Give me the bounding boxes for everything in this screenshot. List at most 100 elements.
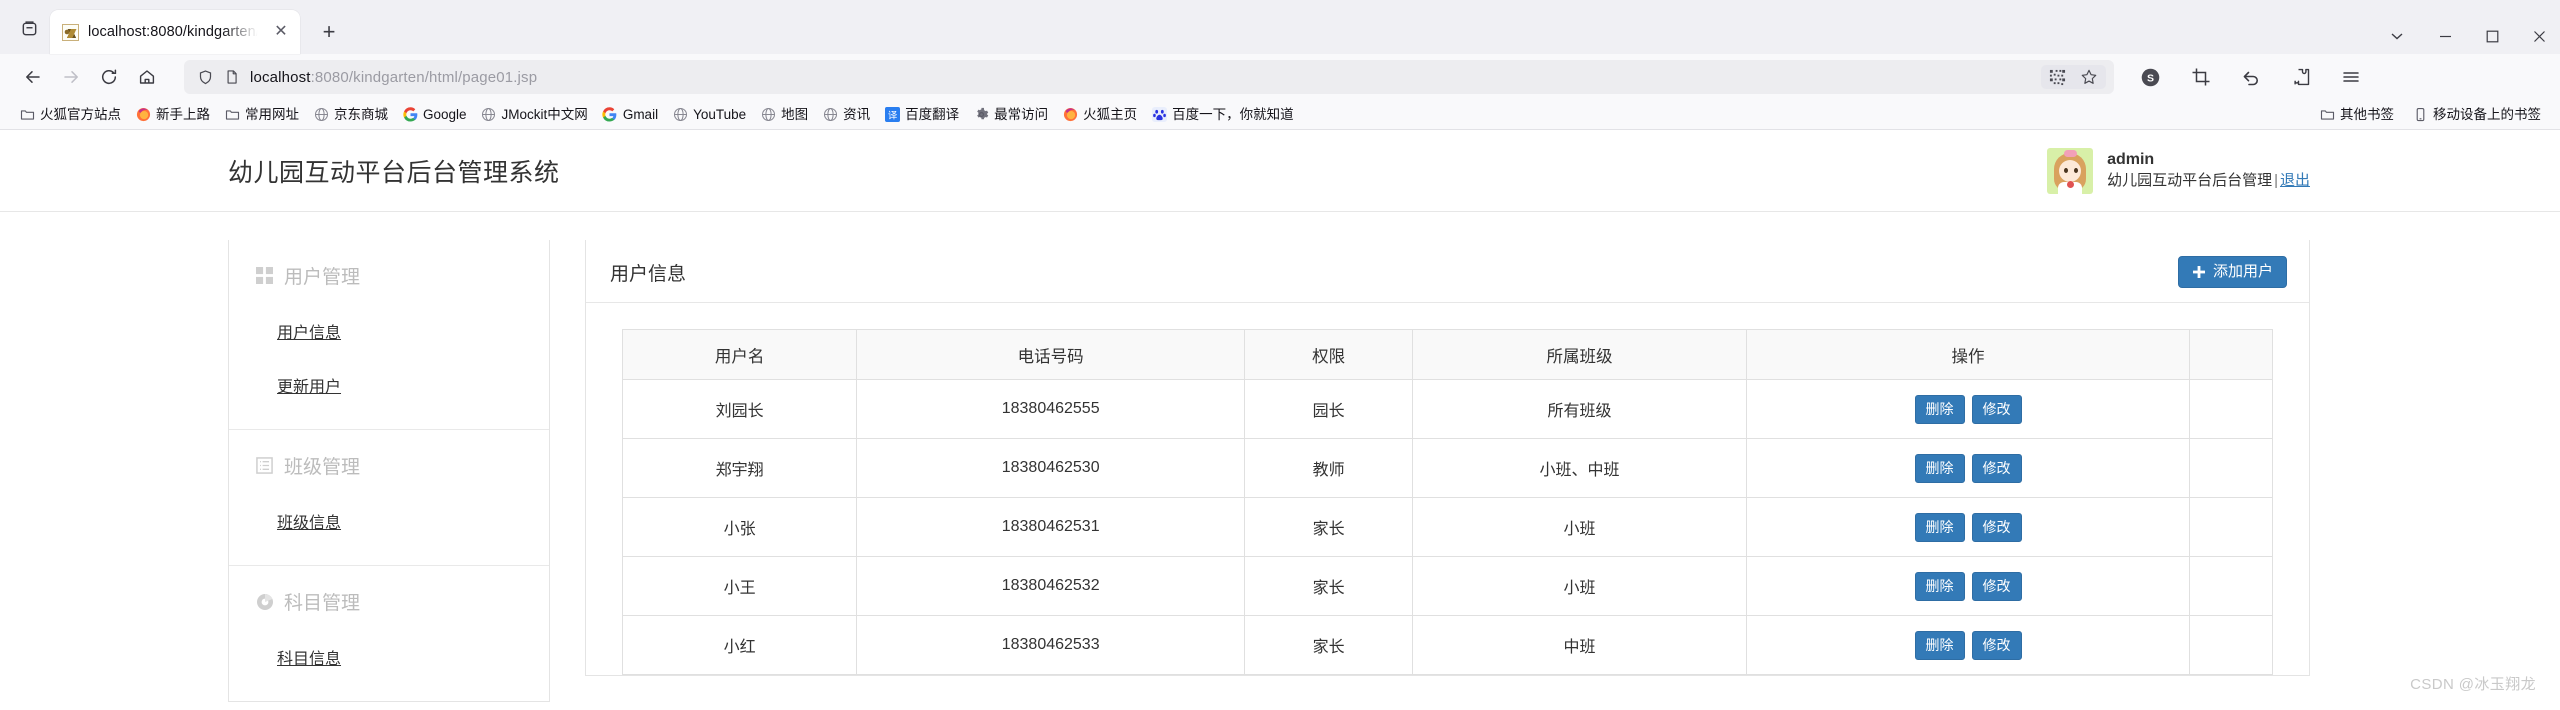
- qr-code-icon[interactable]: [2049, 69, 2066, 86]
- sidebar-group-title: 用户管理: [284, 267, 361, 288]
- edit-button[interactable]: 修改: [1971, 512, 2022, 542]
- other-bookmarks-item[interactable]: 其他书签: [2312, 105, 2401, 125]
- new-tab-button[interactable]: +: [312, 15, 346, 49]
- translate-icon: 译: [884, 107, 900, 123]
- bookmark-item[interactable]: 火狐主页: [1055, 105, 1144, 125]
- tab-overflow-chevron-icon[interactable]: [2389, 28, 2405, 44]
- page-content: 幼儿园互动平台后台管理系统 admin 幼儿园互动平台后台管理 | 退出 用户管…: [0, 130, 2560, 702]
- app-menu-icon[interactable]: [2341, 67, 2361, 87]
- address-bar[interactable]: localhost:8080/kindgarten/html/page01.js…: [184, 60, 2114, 94]
- cell-blank: [2189, 556, 2273, 616]
- edit-button[interactable]: 修改: [1971, 453, 2022, 483]
- column-header-name: 用户名: [621, 329, 858, 380]
- app-header: 幼儿园互动平台后台管理系统 admin 幼儿园互动平台后台管理 | 退出: [0, 130, 2560, 212]
- forward-button[interactable]: [52, 60, 90, 94]
- edit-button[interactable]: 修改: [1971, 394, 2022, 424]
- close-tab-icon[interactable]: ✕: [270, 21, 292, 43]
- bookmark-item[interactable]: 最常访问: [966, 105, 1055, 125]
- edit-button[interactable]: 修改: [1971, 630, 2022, 660]
- bookmark-label: 百度翻译: [905, 106, 960, 122]
- delete-button[interactable]: 删除: [1914, 630, 1965, 660]
- user-name: admin: [2107, 151, 2155, 169]
- column-header-phone: 电话号码: [856, 329, 1246, 380]
- bookmark-item[interactable]: 译百度翻译: [877, 105, 966, 125]
- cell-name: 小王: [621, 556, 858, 616]
- cell-class: 小班: [1412, 556, 1747, 616]
- undo-arrow-icon[interactable]: [2241, 67, 2261, 87]
- reload-button[interactable]: [90, 60, 128, 94]
- sidebar-group-user-management: 用户管理 用户信息 更新用户: [229, 240, 549, 430]
- add-user-button[interactable]: 添加用户: [2177, 256, 2287, 288]
- cell-class: 小班: [1412, 497, 1747, 557]
- cell-operations: 删除 修改: [1745, 615, 2191, 675]
- extension-s-icon[interactable]: S: [2140, 67, 2161, 88]
- mobile-bookmarks-item[interactable]: 移动设备上的书签: [2405, 105, 2548, 125]
- logout-link[interactable]: 退出: [2280, 172, 2310, 189]
- screenshot-crop-icon[interactable]: [2191, 67, 2211, 87]
- bookmark-star-icon[interactable]: [2080, 68, 2098, 86]
- bookmark-item[interactable]: Google: [395, 105, 474, 125]
- sidebar-group-title: 班级管理: [284, 457, 361, 478]
- table-row: 刘园长 18380462555 园长 所有班级 删除 修改: [621, 379, 2273, 439]
- browser-tab[interactable]: localhost:8080/kindgarten/ht ✕: [50, 10, 300, 54]
- table-body: 刘园长 18380462555 园长 所有班级 删除 修改 郑宇翔 183804…: [621, 379, 2273, 675]
- baidu-icon: [1151, 107, 1167, 123]
- table-row: 小王 18380462532 家长 小班 删除 修改: [621, 556, 2273, 616]
- extensions-puzzle-icon[interactable]: [2291, 67, 2311, 87]
- folder-icon: [224, 107, 240, 123]
- bookmark-item[interactable]: 常用网址: [217, 105, 306, 125]
- sidebar-item-update-user[interactable]: 更新用户: [229, 365, 549, 405]
- sidebar-item-user-info[interactable]: 用户信息: [229, 311, 549, 351]
- globe-icon: [313, 107, 329, 123]
- svg-text:S: S: [2147, 72, 2154, 84]
- url-path: :8080/kindgarten/html/page01.jsp: [310, 68, 538, 86]
- bookmark-item[interactable]: 百度一下，你就知道: [1144, 105, 1301, 125]
- plus-icon: [2192, 265, 2206, 279]
- delete-button[interactable]: 删除: [1914, 512, 1965, 542]
- browser-chrome: localhost:8080/kindgarten/ht ✕ + localho…: [0, 0, 2560, 130]
- back-button[interactable]: [14, 60, 52, 94]
- page-info-icon[interactable]: [224, 69, 240, 85]
- table-row: 郑宇翔 18380462530 教师 小班、中班 删除 修改: [621, 438, 2273, 498]
- page-body: 用户管理 用户信息 更新用户 班级管理 班级信息 科目管理 科目信息 用户信息 …: [0, 212, 2560, 702]
- maximize-window-button[interactable]: [2486, 30, 2499, 43]
- other-bookmarks-label: 其他书签: [2340, 106, 2394, 122]
- cell-class: 小班、中班: [1412, 438, 1747, 498]
- address-bar-text: localhost:8080/kindgarten/html/page01.js…: [250, 69, 537, 86]
- mobile-icon: [2412, 107, 2428, 123]
- bookmark-label: JMockit中文网: [501, 106, 588, 122]
- edit-button[interactable]: 修改: [1971, 571, 2022, 601]
- users-table: 用户名 电话号码 权限 所属班级 操作 刘园长 18380462555 园长 所…: [621, 329, 2273, 675]
- cell-role: 家长: [1244, 497, 1414, 557]
- bookmark-item[interactable]: Gmail: [595, 105, 665, 125]
- bookmark-item[interactable]: 京东商城: [306, 105, 395, 125]
- page-title: 幼儿园互动平台后台管理系统: [228, 158, 560, 187]
- sidebar-item-subject-info[interactable]: 科目信息: [229, 637, 549, 677]
- bookmark-label: 京东商城: [334, 106, 388, 122]
- sidebar-item-class-info[interactable]: 班级信息: [229, 501, 549, 541]
- address-bar-actions: [2041, 65, 2106, 89]
- delete-button[interactable]: 删除: [1914, 453, 1965, 483]
- list-icon: [255, 456, 274, 475]
- cell-blank: [2189, 615, 2273, 675]
- bookmark-item[interactable]: 资讯: [815, 105, 877, 125]
- table-header-row: 用户名 电话号码 权限 所属班级 操作: [621, 329, 2273, 380]
- cell-operations: 删除 修改: [1745, 379, 2191, 439]
- bookmark-item[interactable]: 地图: [753, 105, 815, 125]
- cell-role: 家长: [1244, 556, 1414, 616]
- bookmark-item[interactable]: 火狐官方站点: [12, 105, 128, 125]
- bookmark-item[interactable]: JMockit中文网: [474, 105, 595, 125]
- content-header: 用户信息 添加用户: [586, 240, 2309, 303]
- bookmark-item[interactable]: YouTube: [665, 105, 753, 125]
- minimize-window-button[interactable]: [2439, 30, 2452, 43]
- delete-button[interactable]: 删除: [1914, 571, 1965, 601]
- cell-blank: [2189, 497, 2273, 557]
- user-panel: admin 幼儿园互动平台后台管理 | 退出: [2047, 147, 2310, 194]
- column-header-operations: 操作: [1745, 329, 2191, 380]
- cell-operations: 删除 修改: [1745, 438, 2191, 498]
- bookmark-item[interactable]: 新手上路: [128, 105, 217, 125]
- close-window-button[interactable]: [2533, 30, 2546, 43]
- home-button[interactable]: [128, 60, 166, 94]
- delete-button[interactable]: 删除: [1914, 394, 1965, 424]
- list-all-tabs-button[interactable]: [8, 7, 50, 49]
